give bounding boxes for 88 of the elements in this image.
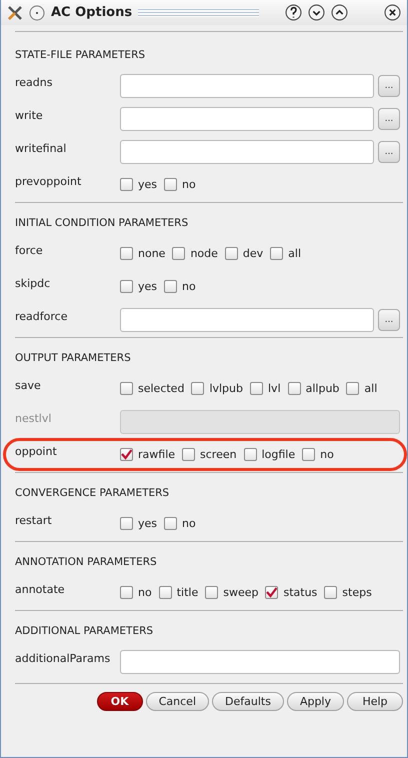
checkbox[interactable]	[324, 586, 338, 599]
field-label: readforce	[15, 309, 68, 323]
section-heading: ADDITIONAL PARAMETERS	[15, 624, 154, 639]
option-label: rawfile	[138, 448, 176, 461]
section-heading: INITIAL CONDITION PARAMETERS	[15, 216, 190, 231]
checkbox[interactable]	[288, 382, 301, 395]
input-field[interactable]	[120, 650, 400, 674]
option-label: sweep	[223, 586, 258, 599]
checkbox[interactable]	[120, 448, 133, 461]
option-label: yes	[138, 178, 158, 191]
field-label: additionalParams	[15, 651, 112, 665]
checkbox[interactable]	[120, 517, 133, 530]
checkbox[interactable]	[120, 280, 133, 293]
dialog-button[interactable]: Defaults	[212, 692, 284, 711]
checkbox[interactable]	[164, 517, 178, 530]
checkbox[interactable]	[182, 448, 196, 461]
option-label: logfile	[262, 448, 296, 461]
option-label: screen	[200, 448, 237, 461]
field-label: annotate	[15, 582, 66, 596]
option-label: no	[138, 586, 152, 599]
option-label: title	[176, 586, 198, 599]
pin-icon[interactable]	[29, 4, 45, 20]
option-label: all	[364, 382, 378, 395]
browse-button[interactable]: ...	[378, 108, 400, 130]
close-icon[interactable]	[384, 4, 401, 21]
option-label: all	[288, 247, 302, 260]
checkbox[interactable]	[158, 586, 172, 599]
option-label: none	[138, 247, 166, 260]
section-heading: CONVERGENCE PARAMETERS	[15, 486, 170, 501]
dialog-button[interactable]: Help	[347, 692, 403, 711]
input-field[interactable]	[120, 106, 374, 130]
field-label: nestlvl	[15, 411, 52, 425]
option-label: lvl	[268, 382, 281, 395]
browse-button[interactable]: ...	[378, 74, 400, 96]
checkbox[interactable]	[302, 448, 316, 461]
option-label: allpub	[306, 382, 340, 395]
checkbox[interactable]	[191, 382, 204, 395]
dialog-button[interactable]: Apply	[286, 692, 344, 711]
checkbox[interactable]	[270, 247, 284, 260]
checkbox[interactable]	[164, 280, 178, 293]
checkbox[interactable]	[205, 586, 218, 599]
checkbox[interactable]	[250, 382, 263, 395]
option-label: no	[320, 448, 334, 461]
field-label: oppoint	[15, 444, 58, 458]
option-label: status	[283, 586, 318, 599]
field-label: skipdc	[15, 276, 52, 290]
option-label: no	[182, 280, 196, 293]
input-field[interactable]	[120, 74, 374, 98]
browse-button[interactable]: ...	[378, 140, 400, 162]
section-heading: STATE-FILE PARAMETERS	[15, 48, 146, 63]
ok-button[interactable]: OK	[96, 692, 143, 711]
field-label: restart	[15, 513, 53, 527]
app-logo-icon	[7, 4, 23, 20]
checkbox[interactable]	[120, 586, 133, 599]
checkbox[interactable]	[120, 178, 133, 191]
option-label: no	[182, 178, 196, 191]
section-heading: ANNOTATION PARAMETERS	[15, 555, 158, 570]
input-field[interactable]	[120, 308, 374, 332]
section-heading: OUTPUT PARAMETERS	[15, 351, 132, 366]
checkbox[interactable]	[120, 247, 133, 260]
option-label: selected	[138, 382, 184, 395]
maximize-icon[interactable]	[331, 4, 348, 21]
checkbox[interactable]	[172, 247, 186, 260]
option-label: no	[182, 517, 196, 530]
dialog-button[interactable]: Cancel	[146, 692, 209, 711]
field-label: prevoppoint	[15, 174, 82, 188]
field-label: write	[15, 108, 44, 122]
checkbox[interactable]	[346, 382, 360, 395]
window-title: AC Options	[51, 5, 132, 20]
field-label: writefinal	[15, 141, 68, 155]
help-icon[interactable]	[285, 4, 302, 21]
field-label: force	[15, 243, 44, 257]
checkbox[interactable]	[265, 586, 278, 599]
field-label: save	[15, 378, 42, 392]
option-label: node	[190, 247, 218, 260]
option-label: yes	[138, 280, 158, 293]
browse-button[interactable]: ...	[378, 308, 400, 330]
field-label: readns	[15, 75, 54, 89]
input-field[interactable]	[120, 140, 374, 164]
option-label: lvlpub	[209, 382, 243, 395]
option-label: yes	[138, 517, 158, 530]
checkbox[interactable]	[120, 382, 133, 395]
option-label: dev	[242, 247, 264, 260]
minimize-icon[interactable]	[308, 4, 325, 21]
checkbox[interactable]	[164, 178, 178, 191]
checkbox[interactable]	[244, 448, 257, 461]
option-label: steps	[342, 586, 372, 599]
checkbox[interactable]	[224, 247, 238, 260]
